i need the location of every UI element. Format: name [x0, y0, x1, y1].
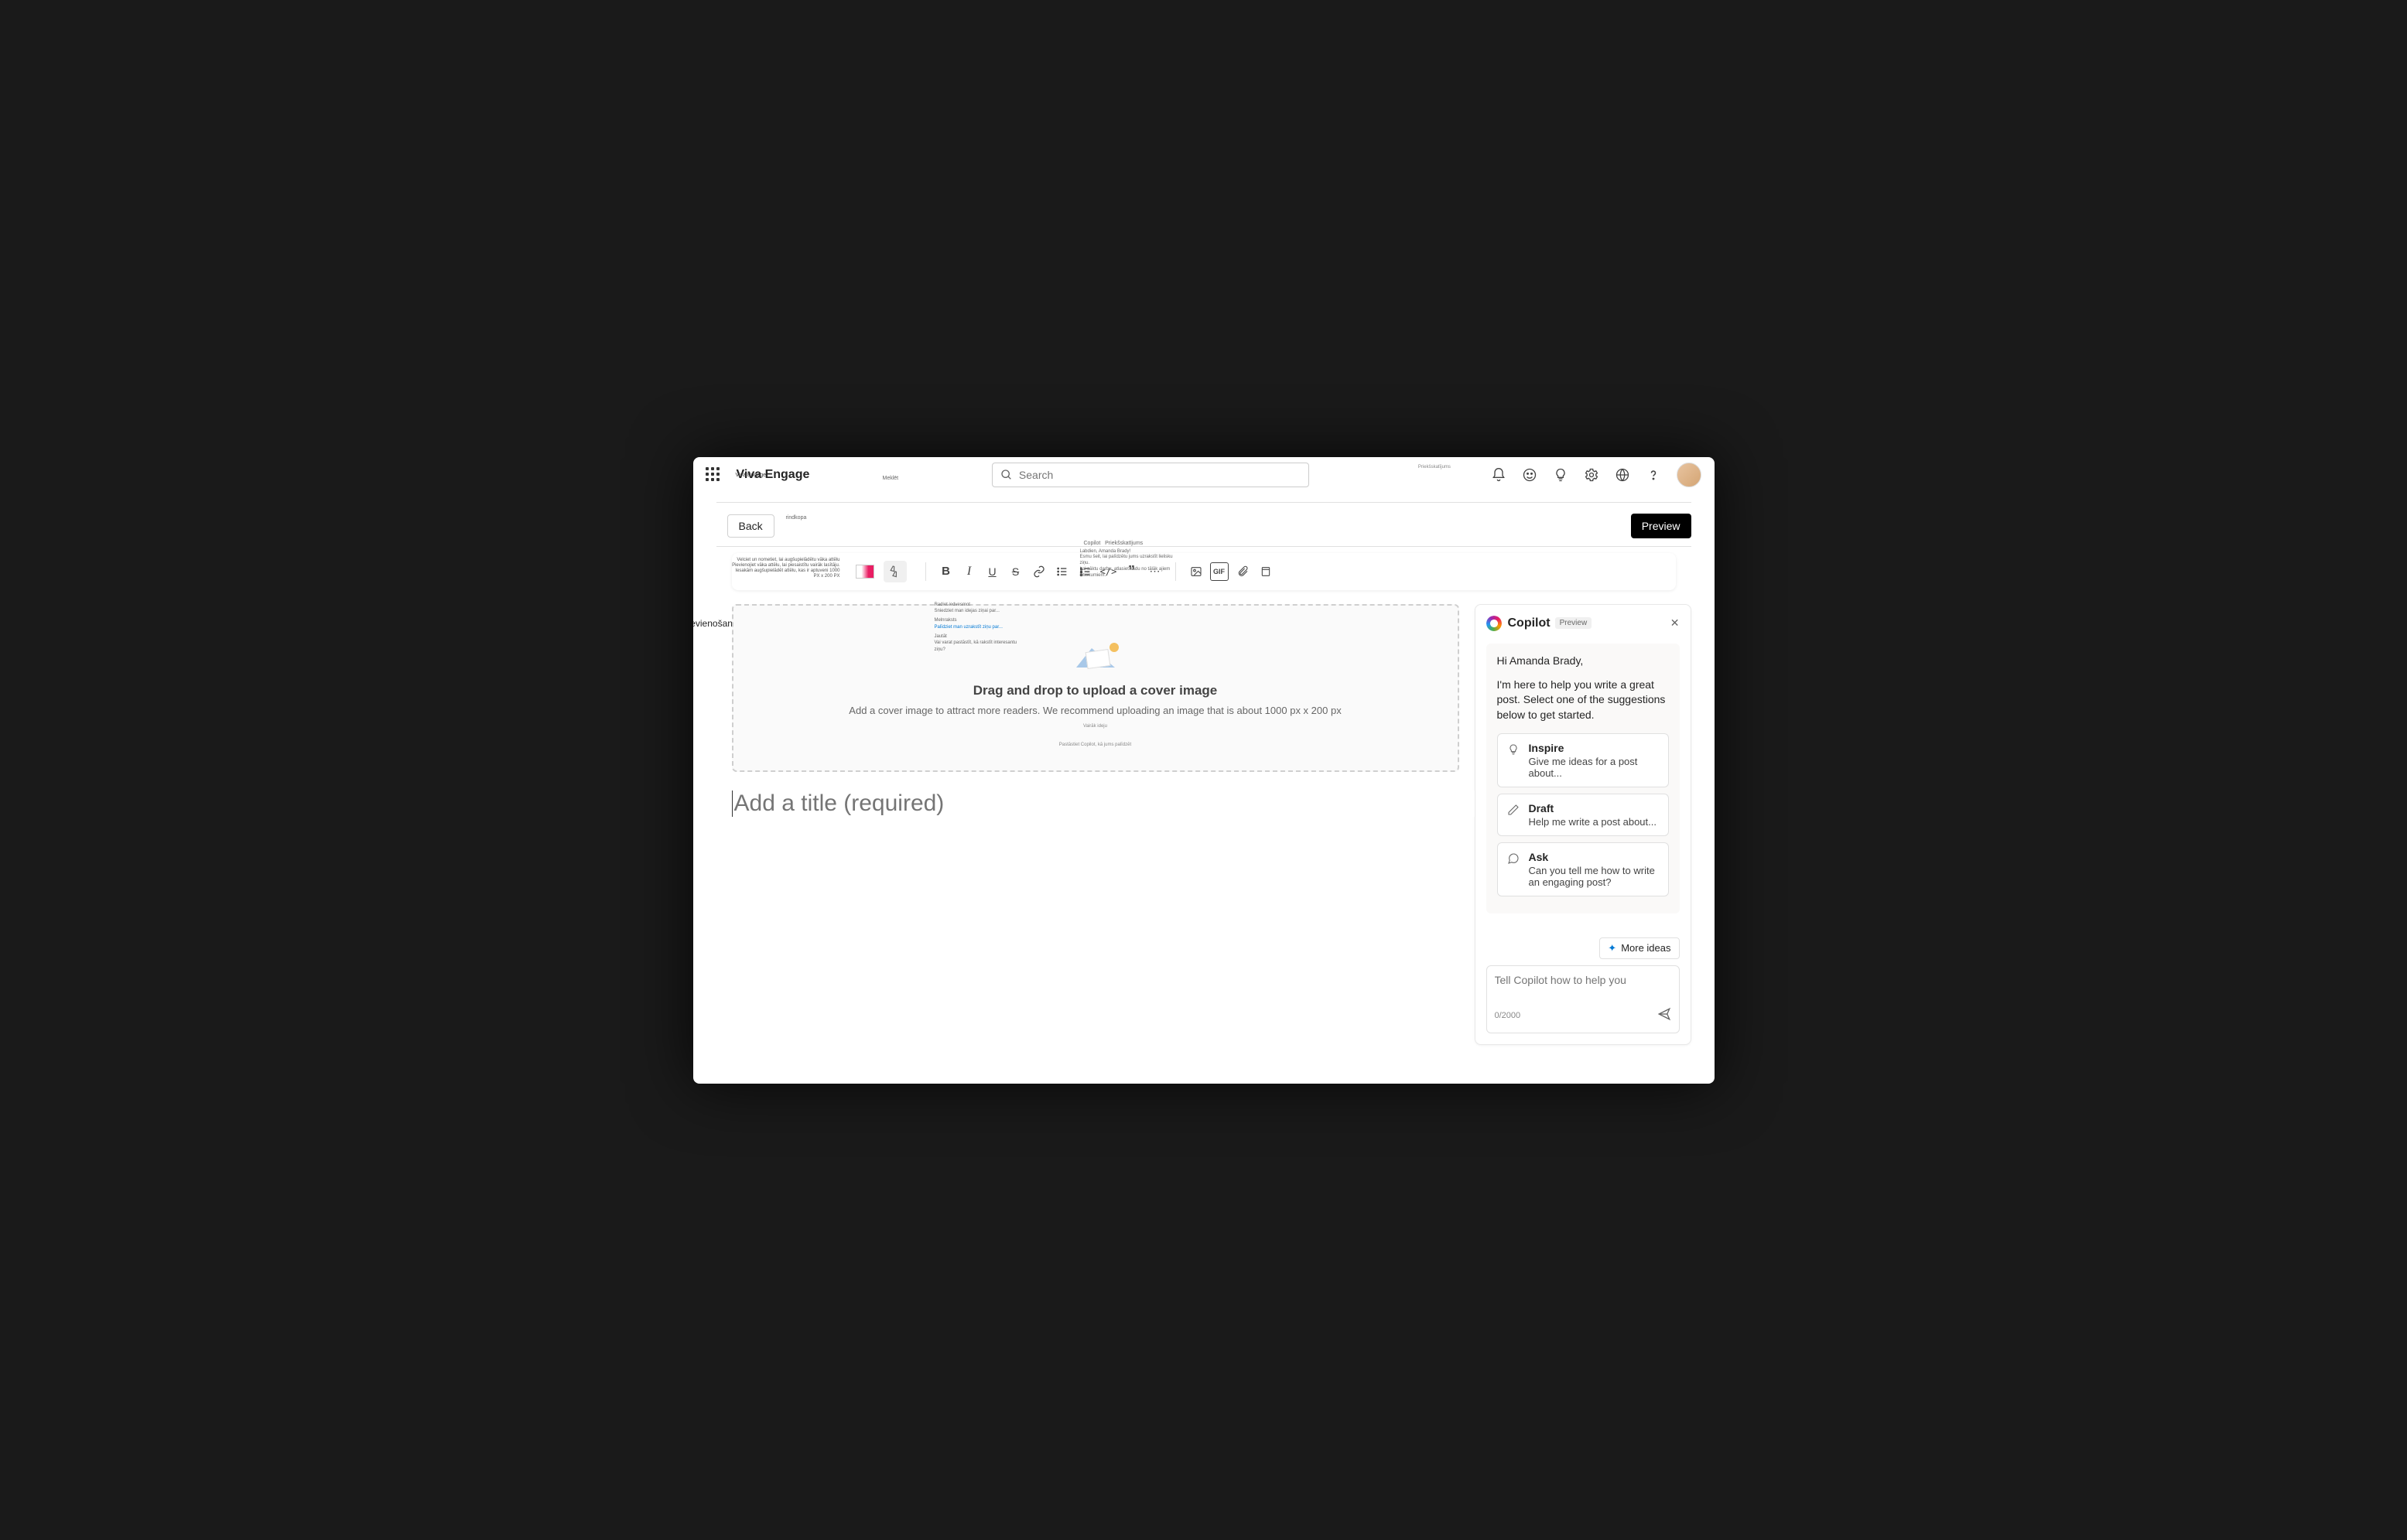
copilot-more-ideas-button[interactable]: ✦ More ideas: [1599, 937, 1679, 959]
search-box[interactable]: Priekšskatījums: [992, 463, 1309, 487]
bulleted-list-button[interactable]: [1053, 562, 1072, 581]
more-formatting-button[interactable]: ⋯: [1146, 562, 1164, 581]
copilot-logo-icon: [1486, 616, 1502, 631]
back-button[interactable]: Back: [727, 514, 774, 538]
cover-thumbnail: [856, 565, 874, 579]
chat-icon: [1507, 852, 1521, 888]
copilot-panel: Copilot Preview ✕ Hi Amanda Brady, I'm h…: [1475, 604, 1691, 1045]
app-launcher-icon[interactable]: [706, 467, 721, 483]
dropzone-tiny-more: Vairāk ideju: [749, 724, 1442, 729]
copilot-header: Copilot Preview ✕: [1486, 616, 1680, 631]
settings-icon[interactable]: [1584, 467, 1599, 483]
gif-button[interactable]: GIF: [1210, 562, 1229, 581]
copilot-send-button[interactable]: [1657, 1007, 1671, 1025]
preview-button[interactable]: Preview: [1631, 514, 1691, 538]
copilot-close-button[interactable]: ✕: [1670, 616, 1680, 630]
copilot-suggestion-inspire[interactable]: Inspire Give me ideas for a post about..…: [1497, 733, 1669, 787]
italic-button[interactable]: I: [960, 562, 979, 581]
lightbulb-icon: [1507, 743, 1521, 779]
emoji-icon[interactable]: [1522, 467, 1537, 483]
suggestion-subtitle: Give me ideas for a post about...: [1529, 756, 1659, 779]
numbered-list-button[interactable]: 123: [1076, 562, 1095, 581]
pencil-icon: [1507, 804, 1521, 828]
overlay-dropzone-hint: Velciet un nometiet, lai augšupielādētu …: [732, 558, 840, 580]
notifications-icon[interactable]: [1491, 467, 1506, 483]
editor-column: Nosaukuma pievienošana (obligāts) Radiet…: [716, 604, 1459, 1045]
user-avatar[interactable]: [1677, 463, 1701, 487]
overlay-suggestion-ghost: Radiet iedvesmot Sniedziet man idejas zi…: [935, 602, 1020, 654]
search-input[interactable]: [1019, 469, 1301, 481]
copilot-suggestion-draft[interactable]: Draft Help me write a post about...: [1497, 794, 1669, 836]
copilot-prompt-input[interactable]: [1495, 974, 1671, 989]
search-icon: [1000, 469, 1013, 481]
copilot-title: Copilot: [1508, 616, 1551, 630]
help-icon[interactable]: [1646, 467, 1661, 483]
copilot-greeting: Hi Amanda Brady,: [1497, 654, 1669, 667]
globe-icon[interactable]: [1615, 467, 1630, 483]
post-title-input[interactable]: [732, 790, 1475, 817]
strikethrough-button[interactable]: S: [1007, 562, 1025, 581]
suggestion-title: Inspire: [1529, 742, 1659, 754]
app-window: Viva Engage Meklēt Viva Engage Priekšska…: [693, 457, 1715, 1084]
copilot-input-box: 0/2000: [1486, 965, 1680, 1033]
suggestion-title: Ask: [1529, 851, 1659, 863]
bold-button[interactable]: B: [937, 562, 956, 581]
overlay-copilot-tag: Copilot Priekšskatījums: [1084, 541, 1144, 546]
cover-image-dropzone[interactable]: Radiet iedvesmot Sniedziet man idejas zi…: [732, 604, 1459, 773]
dropzone-title: Drag and drop to upload a cover image: [749, 683, 1442, 698]
content-area: Back Preview Copilot Priekšskatījums Vel…: [693, 494, 1715, 1084]
book-button[interactable]: [1256, 562, 1275, 581]
suggestion-subtitle: Help me write a post about...: [1529, 816, 1657, 828]
header-icons: [1491, 463, 1701, 487]
link-button[interactable]: [1030, 562, 1048, 581]
dropzone-subtitle: Add a cover image to attract more reader…: [749, 703, 1442, 719]
app-header: Viva Engage Priekšskatījums: [693, 457, 1715, 494]
dropzone-tiny-tell: Pastāstiet Copilot, kā jums palīdzēt: [749, 743, 1442, 747]
svg-text:3: 3: [1080, 572, 1082, 576]
copilot-icon: [888, 565, 902, 579]
sparkle-icon: ✦: [1608, 942, 1616, 954]
copilot-body: Hi Amanda Brady, I'm here to help you wr…: [1486, 644, 1680, 914]
suggestion-subtitle: Can you tell me how to write an engaging…: [1529, 865, 1659, 888]
image-button[interactable]: [1187, 562, 1205, 581]
divider: [716, 546, 1691, 547]
attachment-button[interactable]: [1233, 562, 1252, 581]
copilot-preview-badge: Preview: [1555, 617, 1592, 629]
dropzone-illustration: [1057, 637, 1134, 675]
main-columns: Nosaukuma pievienošana (obligāts) Radiet…: [716, 604, 1691, 1045]
app-name: Viva Engage: [737, 468, 810, 482]
lightbulb-icon[interactable]: [1553, 467, 1568, 483]
action-bar: Back Preview: [716, 509, 1691, 546]
copilot-suggestion-ask[interactable]: Ask Can you tell me how to write an enga…: [1497, 842, 1669, 896]
copilot-description: I'm here to help you write a great post.…: [1497, 678, 1669, 723]
quote-button[interactable]: ”: [1123, 562, 1141, 581]
underline-button[interactable]: U: [983, 562, 1002, 581]
divider: [716, 502, 1691, 503]
copilot-toolbar-button[interactable]: [884, 561, 907, 582]
code-button[interactable]: </>: [1099, 562, 1118, 581]
suggestion-title: Draft: [1529, 802, 1657, 814]
copilot-char-count: 0/2000: [1495, 1011, 1521, 1020]
editor-toolbar: Copilot Priekšskatījums Velciet un nomet…: [732, 553, 1676, 590]
